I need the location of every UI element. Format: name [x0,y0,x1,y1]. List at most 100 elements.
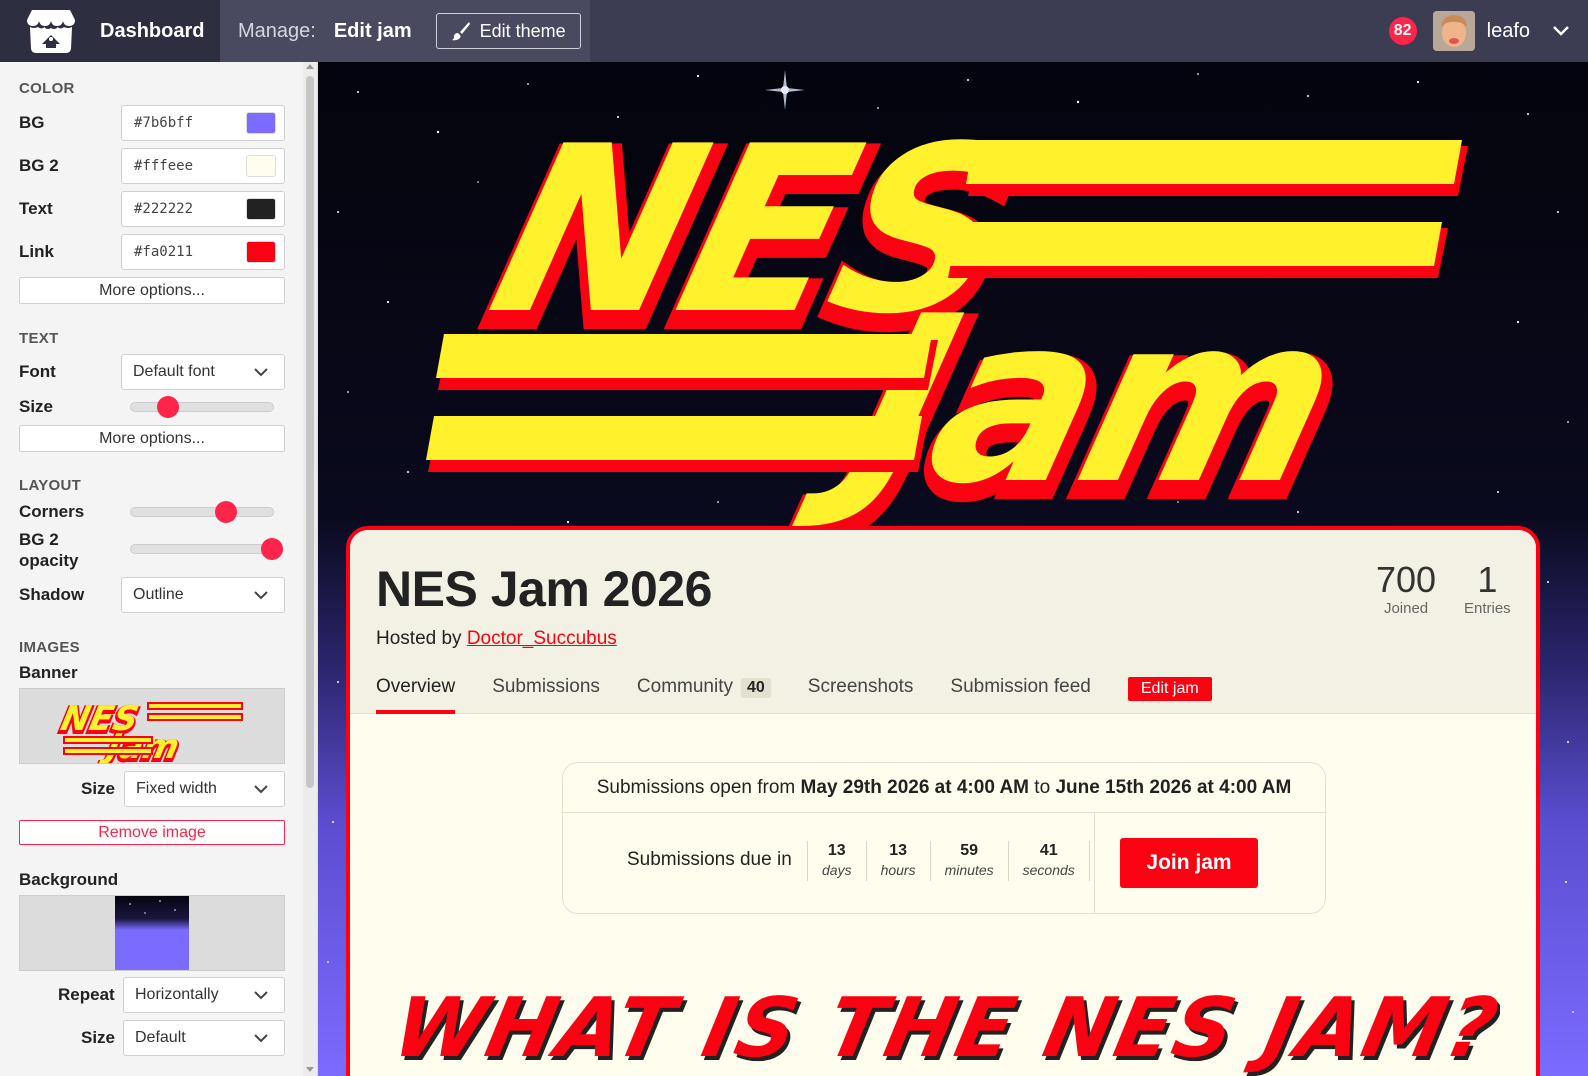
font-size-slider[interactable] [130,396,274,418]
layout-section-heading: LAYOUT [19,477,82,494]
edit-theme-label: Edit theme [479,20,566,41]
sidebar-scrollbar[interactable] [303,62,317,1076]
color-swatch[interactable] [246,112,276,134]
color-more-options-button[interactable]: More options... [19,277,285,304]
host-link[interactable]: Doctor_Succubus [467,628,617,649]
manage-edit-jam-link[interactable]: Edit jam [334,20,412,43]
hosted-by: Hosted by Doctor_Succubus [376,628,617,650]
dashboard-nav[interactable]: Dashboard [0,0,220,62]
tab-label: Screenshots [807,676,914,697]
slider-knob[interactable] [215,501,237,523]
countdown-number: 13 [889,842,907,859]
color-swatch[interactable] [246,155,276,177]
banner-preview[interactable]: NES NES Jam Jam [19,688,285,764]
shadow-select[interactable]: Outline [121,577,285,613]
slider-knob[interactable] [261,538,283,560]
color-row-link: Link #fa0211 [19,234,285,270]
shadow-label: Shadow [19,585,85,604]
bg2-opacity-label: BG 2 opacity [19,529,79,571]
open-to: to [1034,776,1051,798]
color-value: #fffeee [134,158,194,174]
countdown-days: 13 days [807,841,866,881]
shadow-row: Shadow Outline [19,577,285,613]
tab-submission-feed[interactable]: Submission feed [950,676,1090,714]
joined-label: Joined [1383,600,1429,617]
tab-label: Community [636,676,733,697]
bg2-opacity-slider[interactable] [130,538,283,560]
countdown-seconds: 41 seconds [1007,841,1090,881]
jam-card: NES Jam 2026 Hosted by Doctor_Succubus 7… [346,526,1540,1076]
background-size-value: Default [135,1029,186,1046]
edit-theme-button[interactable]: Edit theme [435,13,581,49]
join-jam-button[interactable]: Join jam [1120,838,1258,888]
banner-size-select[interactable]: Fixed width [124,771,285,807]
tab-screenshots[interactable]: Screenshots [808,676,914,714]
banner-size-row: Size Fixed width [19,771,285,807]
scroll-down-arrow-icon[interactable] [306,1067,314,1072]
joined-count: 700 [1376,559,1437,600]
open-end-date: June 15th 2026 at 4:00 AM [1055,776,1292,798]
background-label: Background [19,870,119,889]
bg-color-input[interactable]: #7b6bff [121,105,285,141]
repeat-select[interactable]: Horizontally [123,977,285,1013]
banner-thumbnail-icon: NES NES Jam Jam [55,699,243,764]
scrollbar-thumb[interactable] [306,76,314,788]
images-section-heading: IMAGES [19,639,80,656]
color-value: #7b6bff [134,115,194,131]
color-label: Text [19,199,53,218]
color-value: #fa0211 [134,244,194,260]
remove-image-button[interactable]: Remove image [19,820,285,845]
countdown-unit: seconds [1022,862,1075,878]
repeat-row: Repeat Horizontally [19,977,285,1013]
font-value: Default font [133,363,215,380]
corners-slider[interactable] [130,501,274,523]
text-more-options-button[interactable]: More options... [19,425,285,452]
size-label: Size [19,397,54,416]
chevron-down-icon [254,785,268,794]
bg2-opacity-label-line1: BG 2 [19,530,59,549]
tab-submissions[interactable]: Submissions [492,676,600,714]
countdown-unit: minutes [944,862,994,878]
countdown-number: 41 [1039,842,1058,859]
corners-label: Corners [19,502,85,521]
chevron-down-icon [254,991,268,1000]
tab-community[interactable]: Community 40 [637,676,771,714]
entries-stat: 1 Entries [1464,559,1511,618]
countdown-unit: hours [880,862,916,878]
color-swatch[interactable] [246,198,276,220]
color-row-bg2: BG 2 #fffeee [19,148,285,184]
bg2-opacity-label-line2: opacity [19,551,79,570]
username[interactable]: leafo [1487,20,1530,43]
font-select[interactable]: Default font [121,354,285,390]
chevron-down-icon[interactable] [1552,25,1570,37]
repeat-label: Repeat [58,985,115,1004]
slider-knob[interactable] [157,396,179,418]
avatar[interactable] [1432,11,1475,51]
notification-badge[interactable]: 82 [1388,17,1417,45]
joined-stat: 700 Joined [1376,559,1437,618]
svg-text:Jam: Jam [98,727,183,764]
entries-count: 1 [1477,559,1498,600]
edit-jam-button[interactable]: Edit jam [1127,677,1212,701]
submission-dates: Submissions open from May 29th 2026 at 4… [563,763,1325,813]
color-swatch[interactable] [246,241,276,263]
background-size-row: Size Default [19,1020,285,1056]
bg2-color-input[interactable]: #fffeee [121,148,285,184]
itchio-logo-icon[interactable] [26,8,76,54]
tab-label: Submission feed [950,676,1091,697]
what-is-heading-text: WHAT IS THE NES JAM? [390,980,1500,1076]
dashboard-link[interactable]: Dashboard [100,20,204,43]
text-section-heading: TEXT [19,330,59,347]
background-size-select[interactable]: Default [123,1020,285,1056]
scroll-up-arrow-icon[interactable] [306,64,314,69]
manage-label: Manage: [238,19,316,42]
text-color-input[interactable]: #222222 [121,191,285,227]
chevron-down-icon [254,368,268,377]
link-color-input[interactable]: #fa0211 [121,234,285,270]
corners-row: Corners [19,494,285,530]
color-value: #222222 [134,201,194,217]
tab-overview[interactable]: Overview [376,676,456,714]
background-preview[interactable] [19,895,285,971]
community-count-badge: 40 [740,678,771,698]
submission-info-box: Submissions open from May 29th 2026 at 4… [562,762,1326,914]
